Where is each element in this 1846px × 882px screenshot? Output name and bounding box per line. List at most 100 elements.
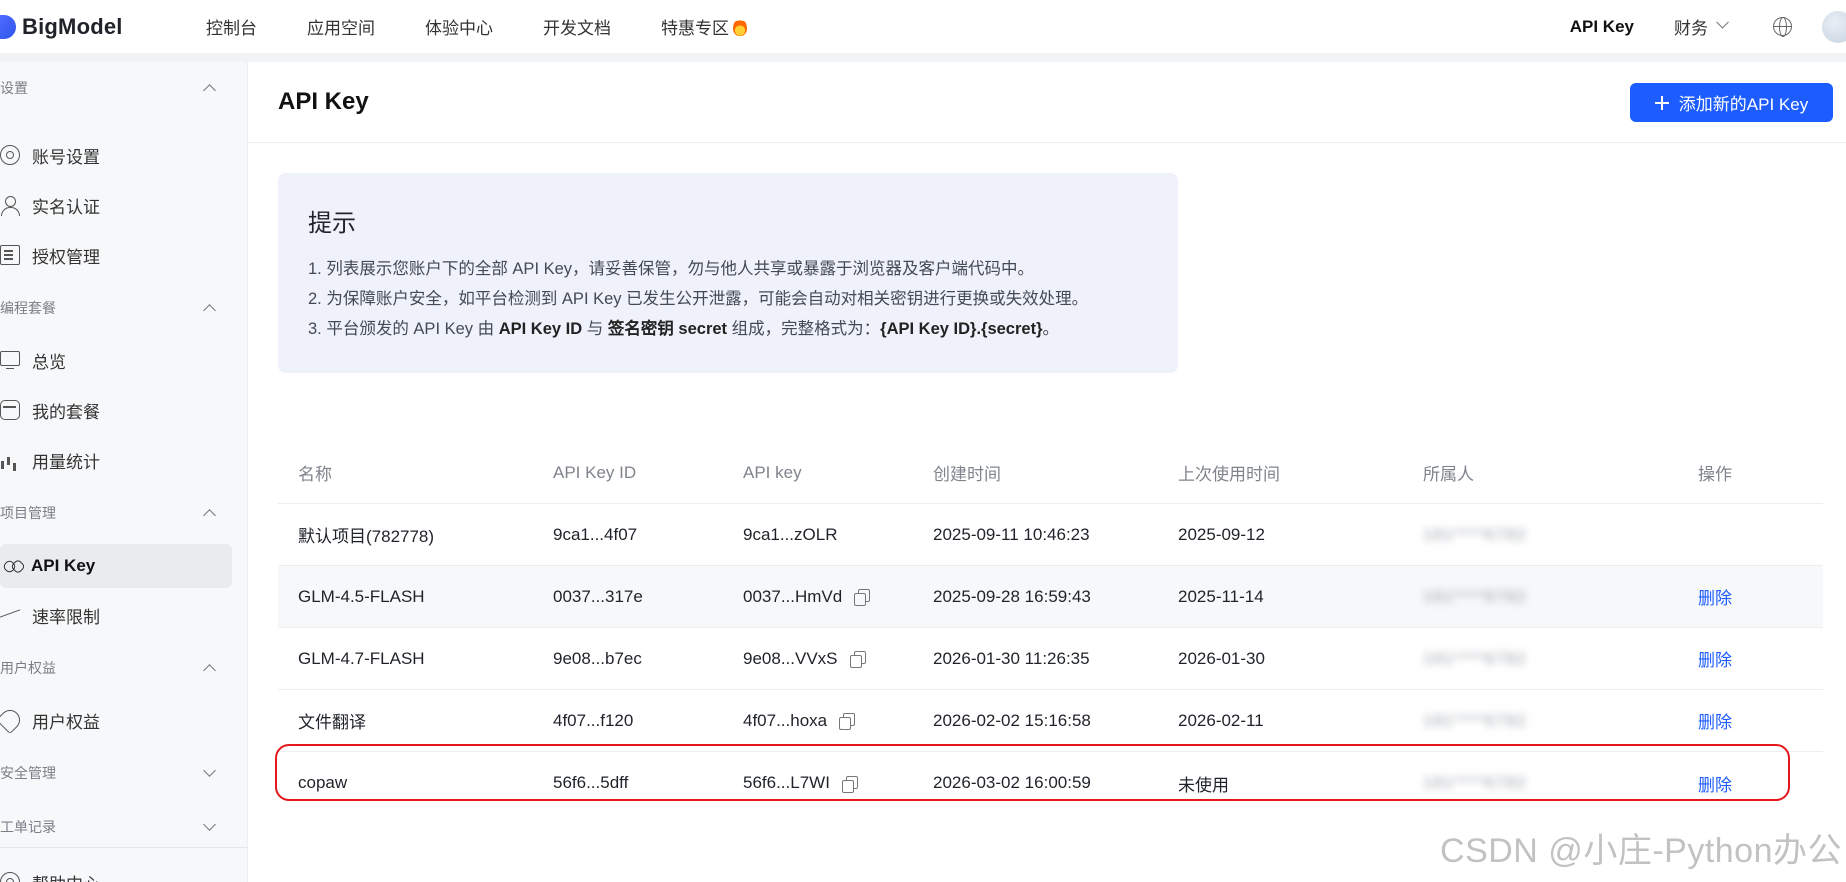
api-key-table: 名称 API Key ID API key 创建时间 上次使用时间 所属人 操作…: [275, 442, 1823, 814]
sidebar-item-account-settings[interactable]: 账号设置: [0, 133, 232, 177]
cell-last-used: 未使用: [1178, 775, 1229, 795]
chevron-up-icon: [203, 509, 216, 522]
sidebar-item-real-name[interactable]: 实名认证: [0, 183, 232, 227]
cell-actions: 删除: [1698, 584, 1823, 609]
cell-api-key: 9e08...VVxS: [743, 649, 933, 669]
top-api-key-link[interactable]: API Key: [1570, 17, 1634, 37]
column-header-key-id: API Key ID: [553, 462, 637, 482]
authorization-icon: [0, 245, 20, 265]
notice-bold: API Key ID: [498, 320, 583, 338]
cell-created: 2026-03-02 16:00:59: [933, 773, 1091, 792]
cell-api-key: 4f07...hoxa: [743, 711, 933, 731]
sidebar-group-label: 项目管理: [0, 505, 56, 521]
finance-dropdown[interactable]: 财务: [1674, 14, 1729, 39]
cell-actions: 删除: [1698, 646, 1823, 671]
nav-special-offers[interactable]: 特惠专区: [661, 14, 747, 39]
sidebar-item-label: 用量统计: [32, 452, 100, 472]
sidebar-item-label: 授权管理: [32, 247, 100, 267]
chevron-down-icon: [203, 818, 216, 831]
sidebar-item-label: 实名认证: [32, 197, 100, 217]
sidebar-group-project-management[interactable]: 项目管理: [0, 503, 247, 523]
copy-icon[interactable]: [839, 713, 856, 730]
cell-api-key: 56f6...L7WI: [743, 773, 933, 793]
sidebar-group-tickets[interactable]: 工单记录: [0, 817, 247, 837]
notice-line-3: 3. 平台颁发的 API Key 由 API Key ID 与 签名密钥 sec…: [308, 314, 1148, 344]
table-row: 文件翻译 4f07...f120 4f07...hoxa 2026-02-02 …: [278, 690, 1823, 752]
link-icon: [1, 558, 18, 574]
column-header-api-key: API key: [743, 462, 802, 482]
column-header-actions: 操作: [1698, 465, 1732, 484]
api-key-value: 4f07...hoxa: [743, 710, 828, 730]
sidebar-item-overview[interactable]: 总览: [0, 338, 232, 382]
trend-icon: [0, 605, 20, 625]
fire-icon: [733, 17, 747, 36]
table-row: GLM-4.7-FLASH 9e08...b7ec 9e08...VVxS 20…: [278, 628, 1823, 690]
sidebar-item-user-benefits[interactable]: 用户权益: [0, 698, 232, 742]
nav-dev-docs[interactable]: 开发文档: [543, 14, 611, 39]
cell-name: 文件翻译: [298, 713, 366, 732]
sidebar-group-user-benefits[interactable]: 用户权益: [0, 658, 247, 678]
sidebar-group-label: 用户权益: [0, 660, 56, 676]
delete-link[interactable]: 删除: [1698, 776, 1732, 795]
logo[interactable]: BigModel: [0, 0, 200, 53]
sidebar-group-security[interactable]: 安全管理: [0, 763, 247, 783]
finance-label: 财务: [1674, 19, 1708, 38]
notice-bold: {API Key ID}.{secret}: [880, 320, 1043, 338]
watermark: CSDN @小庄-Python办公: [1440, 832, 1842, 870]
notice-title: 提示: [308, 210, 356, 237]
owner-value: 181****6782: [1423, 773, 1527, 792]
add-api-key-button[interactable]: 添加新的API Key: [1630, 83, 1833, 122]
cell-key-id: 9ca1...4f07: [553, 524, 638, 544]
delete-link[interactable]: 删除: [1698, 651, 1732, 670]
nav-special-offers-label: 特惠专区: [661, 19, 729, 38]
sidebar-item-authorization[interactable]: 授权管理: [0, 233, 232, 277]
sidebar-item-rate-limit[interactable]: 速率限制: [0, 593, 232, 637]
notice-line-1: 1. 列表展示您账户下的全部 API Key，请妥善保管，勿与他人共享或暴露于浏…: [308, 260, 1035, 278]
cell-api-key: 9ca1...zOLR: [743, 525, 933, 545]
nav-app-space[interactable]: 应用空间: [307, 14, 375, 39]
sidebar-item-my-package[interactable]: 我的套餐: [0, 388, 232, 432]
sidebar-item-label: 我的套餐: [32, 402, 100, 422]
top-bar: BigModel 控制台 应用空间 体验中心 开发文档 特惠专区 API Key…: [0, 0, 1846, 53]
avatar[interactable]: [1822, 10, 1846, 43]
cell-key-id: 9e08...b7ec: [553, 648, 642, 668]
cell-last-used: 2025-09-12: [1178, 524, 1265, 544]
sidebar-item-help-center[interactable]: 帮助中心: [0, 860, 232, 882]
notice-text: 组成，完整格式为：: [727, 320, 881, 338]
cell-owner: 181****6782: [1423, 587, 1698, 607]
copy-icon[interactable]: [854, 589, 871, 606]
delete-link[interactable]: 删除: [1698, 589, 1732, 608]
cell-created: 2026-02-02 15:16:58: [933, 710, 1091, 730]
topbar-divider: [0, 53, 1846, 62]
notice-bold: 签名密钥 secret: [607, 320, 728, 338]
package-icon: [0, 400, 20, 420]
sidebar-group-settings[interactable]: 设置: [0, 78, 247, 98]
copy-icon[interactable]: [849, 651, 866, 668]
plus-icon: [1654, 95, 1669, 110]
chart-icon: [0, 450, 20, 470]
cell-key-id: 4f07...f120: [553, 710, 634, 730]
brand-name: BigModel: [22, 13, 123, 39]
chevron-up-icon: [203, 664, 216, 677]
top-nav: 控制台 应用空间 体验中心 开发文档 特惠专区: [206, 0, 797, 53]
cell-name: GLM-4.5-FLASH: [298, 586, 425, 606]
globe-icon[interactable]: [1773, 17, 1792, 37]
sidebar-item-label: 帮助中心: [32, 870, 100, 882]
notice-text: 与: [582, 320, 608, 338]
nav-console[interactable]: 控制台: [206, 14, 257, 39]
logo-icon: [0, 14, 16, 39]
nav-experience-center[interactable]: 体验中心: [425, 14, 493, 39]
column-header-created: 创建时间: [933, 465, 1001, 484]
sidebar-group-label: 工单记录: [0, 819, 56, 835]
sidebar-item-usage-stats[interactable]: 用量统计: [0, 438, 232, 482]
cell-owner: 181****6782: [1423, 773, 1698, 793]
cell-key-id: 56f6...5dff: [553, 773, 629, 792]
sidebar-item-label: 总览: [32, 352, 66, 372]
sidebar-item-api-key[interactable]: API Key: [0, 544, 232, 588]
delete-link[interactable]: 删除: [1698, 713, 1732, 732]
settings-icon: [0, 145, 20, 165]
chevron-up-icon: [203, 84, 216, 97]
sidebar-group-coding-plan[interactable]: 编程套餐: [0, 298, 247, 318]
sidebar: 设置 账号设置 实名认证 授权管理 编程套餐 总览 我的套餐 用量统计 项目管理…: [0, 62, 248, 882]
copy-icon[interactable]: [841, 775, 858, 793]
